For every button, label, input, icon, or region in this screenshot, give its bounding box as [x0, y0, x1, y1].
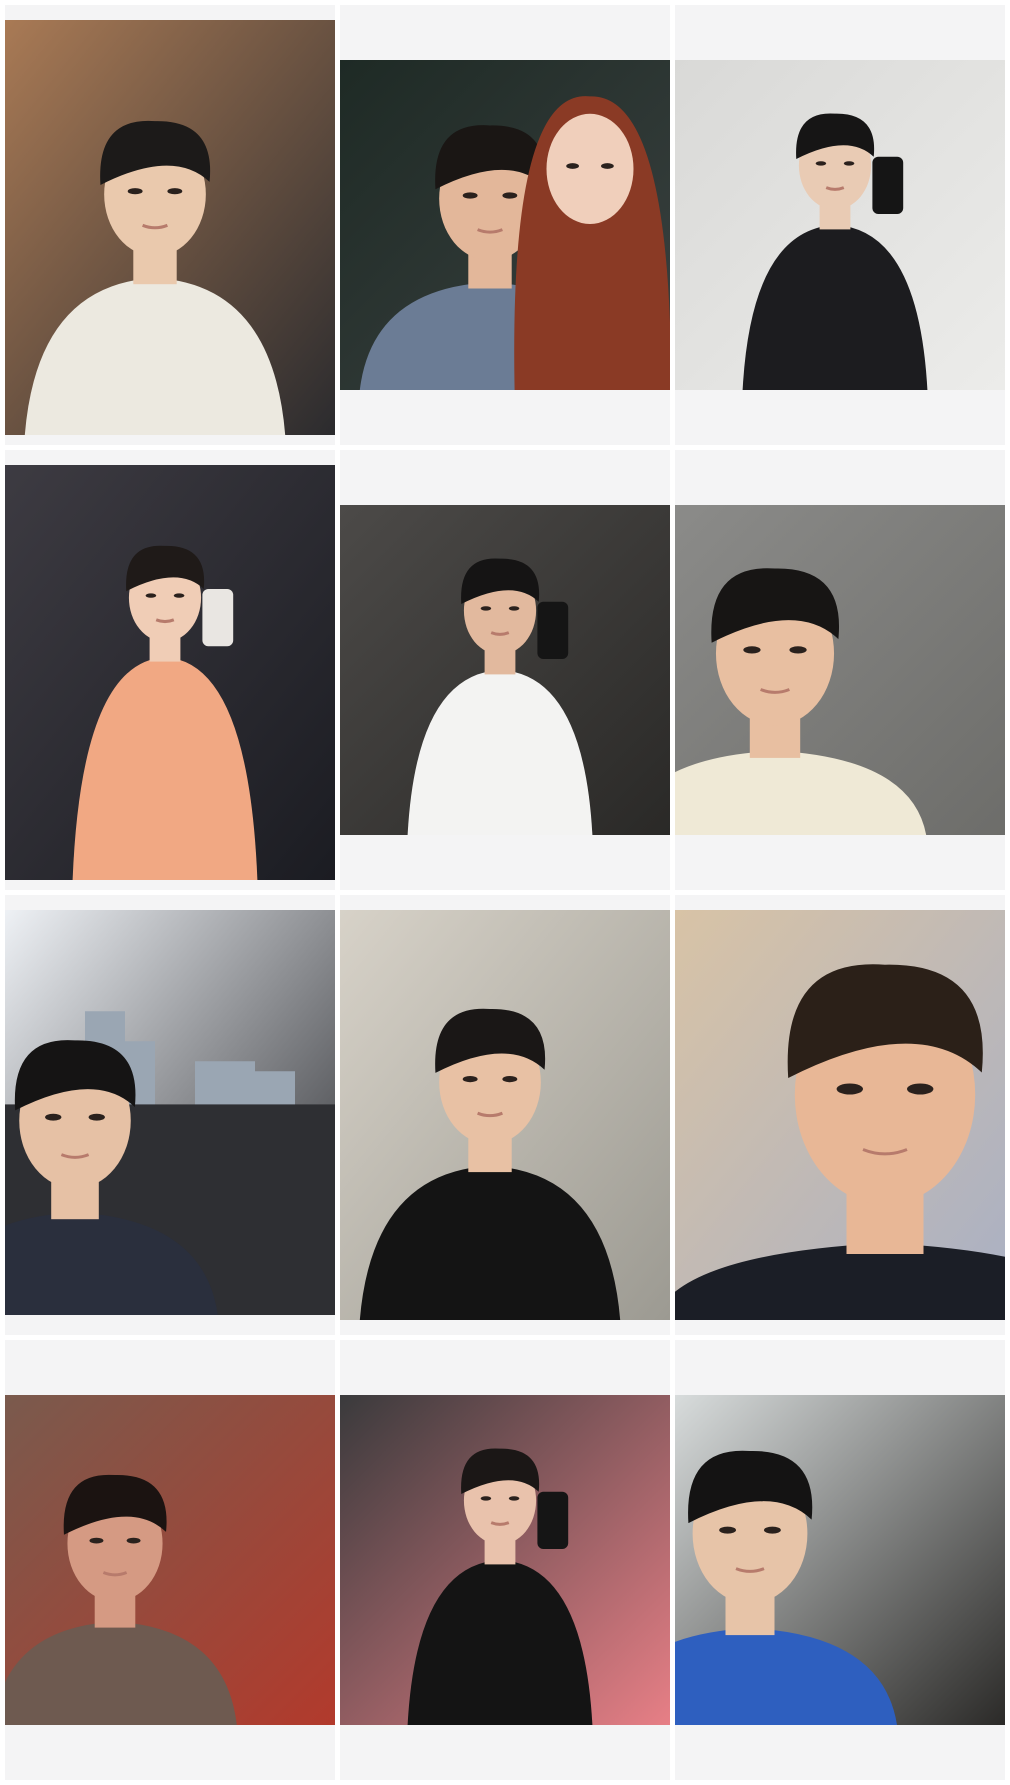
photo-image: [5, 465, 335, 880]
photo-svg: [340, 505, 670, 835]
photo-image: [675, 1395, 1005, 1725]
photo-image: [5, 20, 335, 435]
phone-icon: [202, 589, 234, 647]
phone-icon: [537, 1491, 569, 1549]
photo-svg: [5, 20, 335, 435]
photo-tile[interactable]: [5, 1340, 335, 1780]
photo-image: [340, 60, 670, 390]
phone-icon: [537, 601, 569, 659]
photo-svg: [340, 910, 670, 1320]
photo-svg: [5, 1395, 335, 1725]
photo-image: [340, 505, 670, 835]
photo-svg: [5, 910, 335, 1315]
second-person-face: [546, 113, 634, 224]
photo-image: [675, 505, 1005, 835]
photo-svg: [675, 505, 1005, 835]
photo-tile[interactable]: [5, 5, 335, 445]
photo-image: [340, 910, 670, 1320]
photo-svg: [5, 465, 335, 880]
photo-svg: [340, 1395, 670, 1725]
photo-svg: [340, 60, 670, 390]
photo-image: [675, 60, 1005, 390]
photo-svg: [675, 910, 1005, 1320]
photo-tile[interactable]: [340, 1340, 670, 1780]
photo-tile[interactable]: [340, 450, 670, 890]
photo-svg: [675, 60, 1005, 390]
photo-image: [675, 910, 1005, 1320]
photo-image: [340, 1395, 670, 1725]
photo-image: [5, 1395, 335, 1725]
photo-tile[interactable]: [675, 5, 1005, 445]
photo-image: [5, 910, 335, 1315]
photo-tile[interactable]: [340, 5, 670, 445]
photo-svg: [675, 1395, 1005, 1725]
photo-tile[interactable]: [675, 1340, 1005, 1780]
photo-grid: [0, 0, 1010, 1785]
photo-tile[interactable]: [675, 895, 1005, 1335]
photo-tile[interactable]: [340, 895, 670, 1335]
photo-tile[interactable]: [5, 450, 335, 890]
phone-icon: [872, 156, 904, 214]
photo-tile[interactable]: [5, 895, 335, 1335]
photo-tile[interactable]: [675, 450, 1005, 890]
